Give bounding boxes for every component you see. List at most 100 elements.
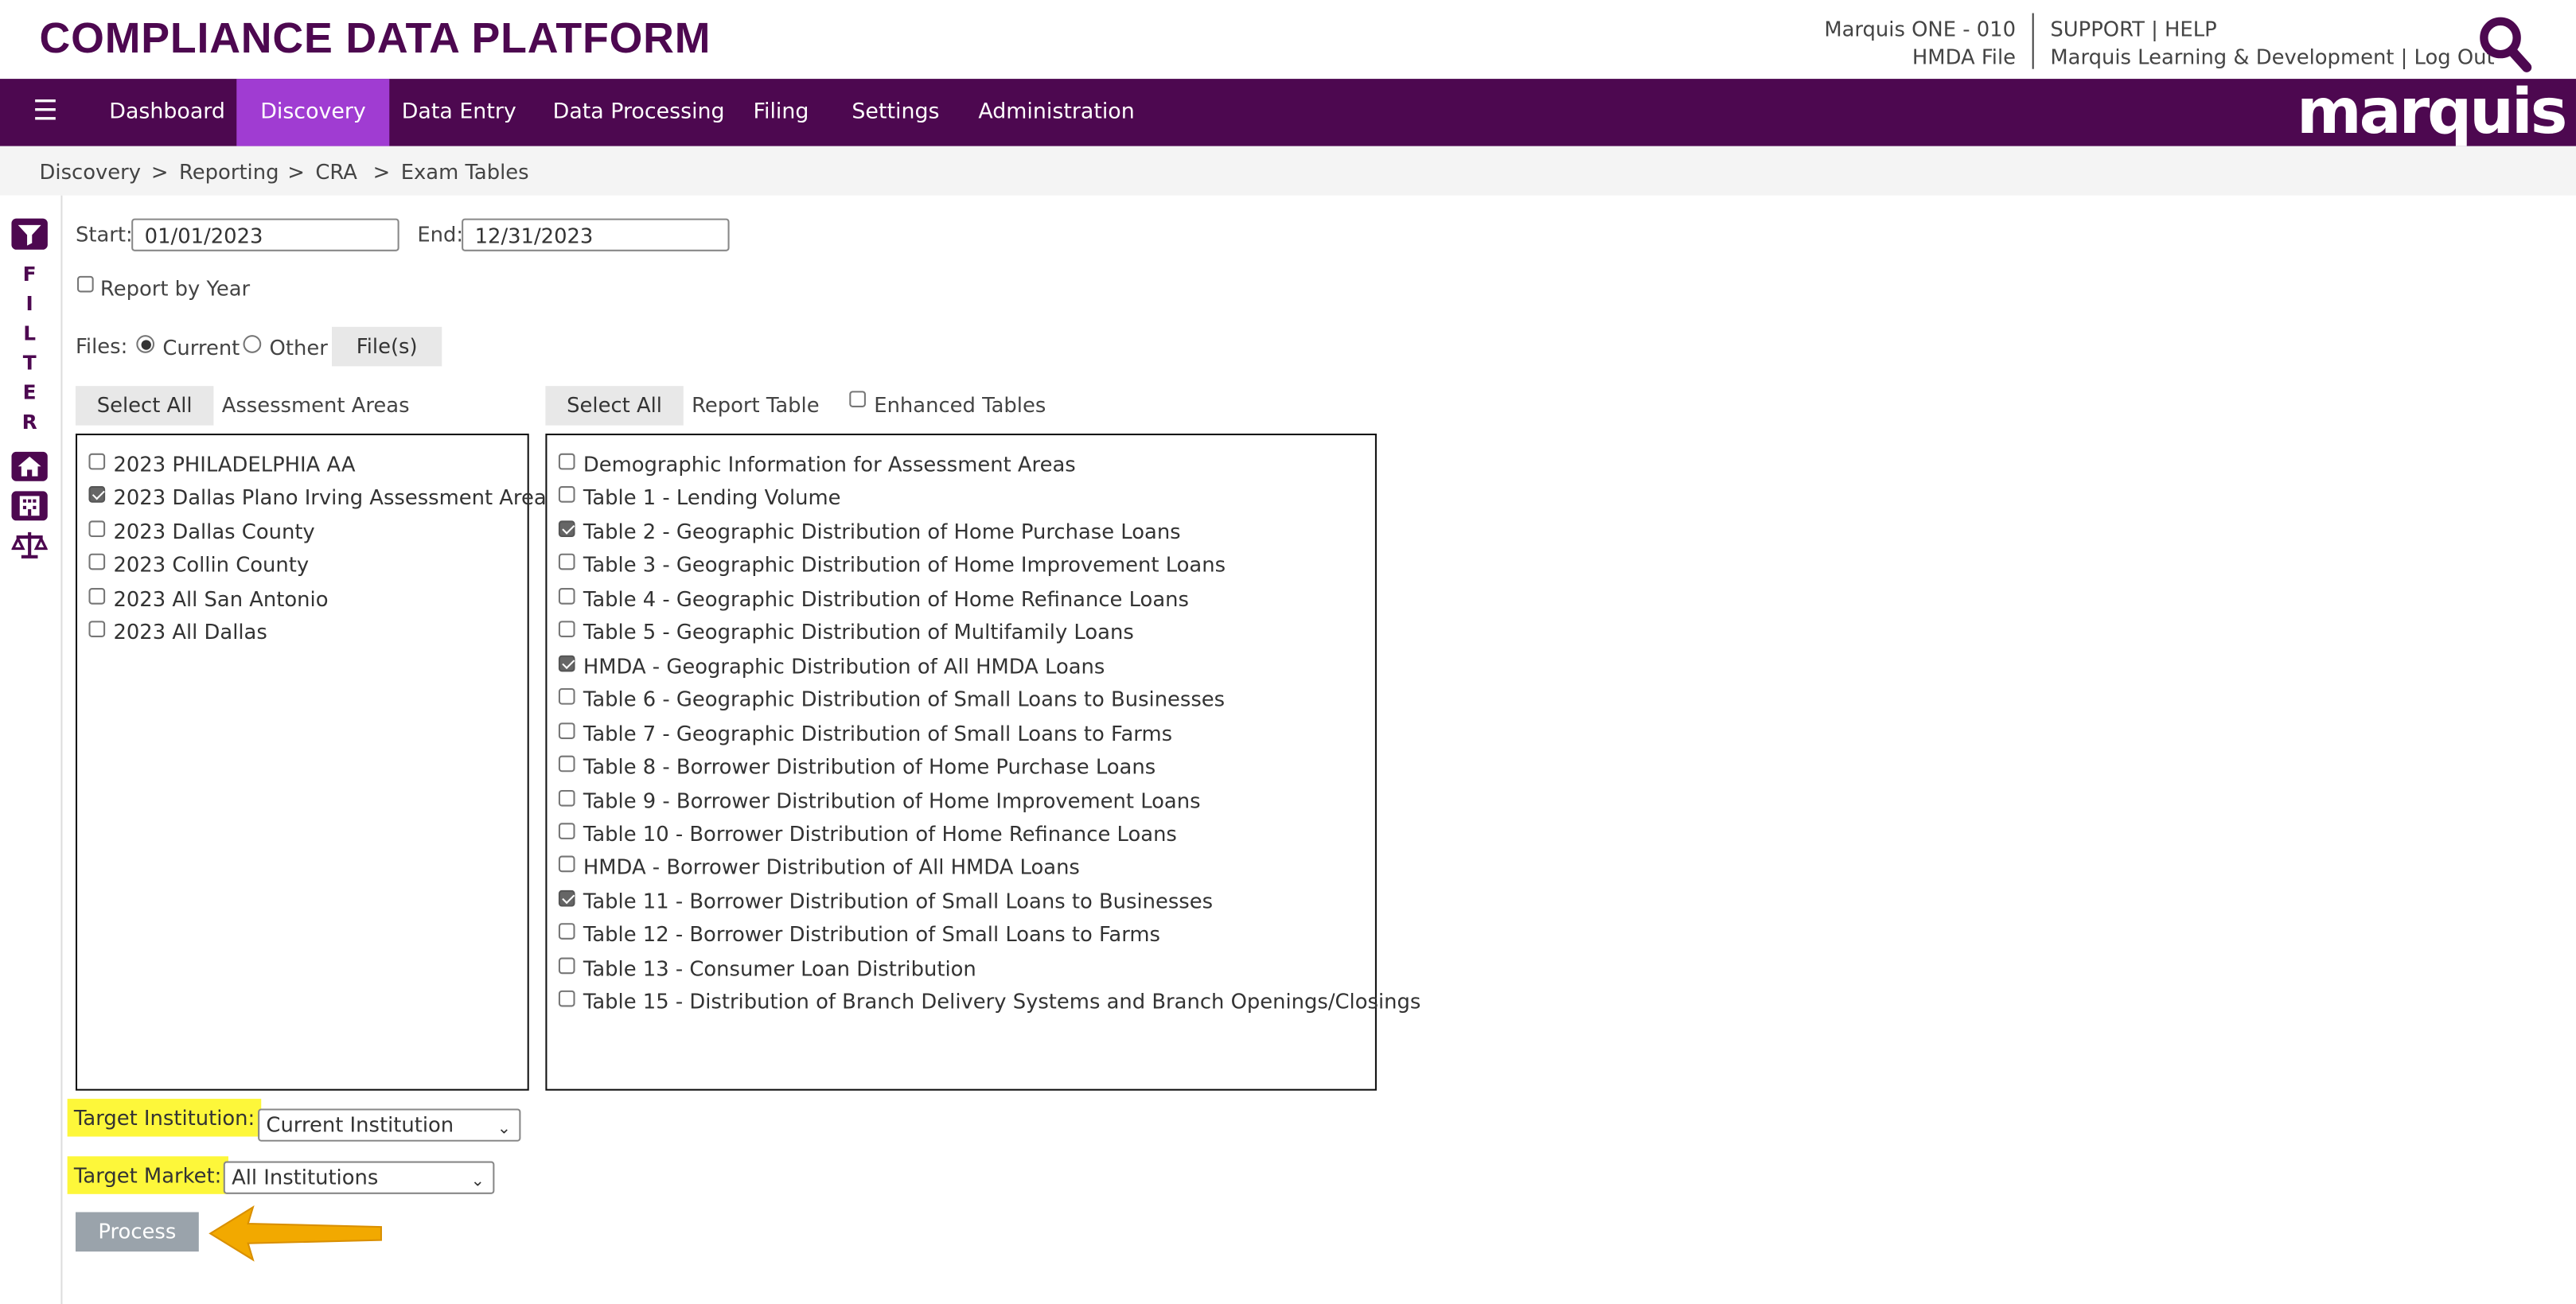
filter-label-letter: E bbox=[22, 380, 37, 404]
nav-filing[interactable]: Filing bbox=[730, 79, 833, 146]
target-institution-value: Current Institution bbox=[266, 1111, 454, 1137]
report-table-label: Table 9 - Borrower Distribution of Home … bbox=[583, 787, 1201, 812]
report-table-checkbox[interactable] bbox=[558, 788, 575, 806]
nav-administration[interactable]: Administration bbox=[954, 79, 1158, 146]
report-table-label: Table 8 - Borrower Distribution of Home … bbox=[583, 753, 1156, 779]
chevron-down-icon: ⌄ bbox=[497, 1119, 512, 1139]
start-date-input[interactable]: 01/01/2023 bbox=[131, 218, 399, 251]
report-by-year-checkbox[interactable] bbox=[77, 275, 94, 293]
report-table-checkbox[interactable] bbox=[558, 688, 575, 705]
breadcrumb-exam-tables: Exam Tables bbox=[400, 159, 529, 185]
nav-data-entry[interactable]: Data Entry bbox=[378, 79, 540, 146]
assessment-area-checkbox[interactable] bbox=[88, 554, 106, 571]
end-date-input[interactable]: 12/31/2023 bbox=[462, 218, 730, 251]
assessment-area-label: 2023 All Dallas bbox=[113, 619, 267, 644]
report-table-checkbox[interactable] bbox=[558, 554, 575, 571]
institution-name: Marquis ONE - 010 bbox=[1824, 16, 2017, 41]
report-table-checkbox[interactable] bbox=[558, 587, 575, 605]
report-table-checkbox[interactable] bbox=[558, 856, 575, 874]
report-table-label: Table 5 - Geographic Distribution of Mul… bbox=[583, 619, 1134, 644]
arrow-annotation-icon bbox=[204, 1201, 388, 1267]
report-table-label: Table 12 - Borrower Distribution of Smal… bbox=[583, 921, 1160, 947]
report-table-checkbox[interactable] bbox=[558, 621, 575, 638]
select-all-report-tables-button[interactable]: Select All bbox=[545, 386, 684, 426]
report-table-checkbox[interactable] bbox=[558, 453, 575, 470]
report-table-checkbox[interactable] bbox=[558, 722, 575, 739]
report-table-label: Table 6 - Geographic Distribution of Sma… bbox=[583, 687, 1226, 712]
chevron-down-icon: ⌄ bbox=[470, 1172, 485, 1191]
target-market-value: All Institutions bbox=[232, 1164, 379, 1189]
select-files-button[interactable]: File(s) bbox=[332, 326, 442, 367]
report-table-checkbox[interactable] bbox=[558, 755, 575, 773]
files-other-radio[interactable] bbox=[243, 335, 262, 353]
report-tables-list[interactable]: Demographic Information for Assessment A… bbox=[545, 434, 1421, 1091]
support-help-links[interactable]: SUPPORT | HELP bbox=[2050, 17, 2216, 41]
assessment-area-label: 2023 All San Antonio bbox=[113, 586, 329, 611]
process-button[interactable]: Process bbox=[75, 1212, 199, 1252]
assessment-area-label: 2023 Collin County bbox=[113, 552, 310, 578]
filter-label-letter: L bbox=[23, 321, 37, 345]
target-institution-select[interactable]: Current Institution ⌄ bbox=[258, 1108, 521, 1142]
search-icon[interactable] bbox=[2477, 15, 2533, 74]
assessment-area-label: 2023 Dallas County bbox=[113, 519, 315, 544]
report-table-checkbox[interactable] bbox=[558, 823, 575, 839]
target-institution-label: Target Institution: bbox=[67, 1099, 262, 1137]
filter-label-letter: T bbox=[22, 351, 37, 375]
nav-dashboard[interactable]: Dashboard bbox=[85, 79, 248, 146]
report-table-label: Table 7 - Geographic Distribution of Sma… bbox=[583, 720, 1173, 745]
nav-settings[interactable]: Settings bbox=[828, 79, 963, 146]
files-other-label: Other bbox=[269, 335, 328, 360]
breadcrumb-cra[interactable]: CRA bbox=[315, 159, 357, 184]
assessment-area-label: 2023 PHILADELPHIA AA bbox=[113, 451, 356, 477]
breadcrumb-discovery[interactable]: Discovery bbox=[40, 159, 142, 184]
files-current-radio[interactable] bbox=[136, 335, 155, 353]
app-title: COMPLIANCE DATA PLATFORM bbox=[39, 13, 711, 63]
scales-icon[interactable] bbox=[10, 531, 49, 560]
report-table-checkbox[interactable] bbox=[558, 991, 575, 1007]
main-navbar: ☰ Dashboard Discovery Data Entry Data Pr… bbox=[0, 79, 2576, 146]
report-table-checkbox[interactable] bbox=[558, 923, 575, 940]
assessment-area-checkbox[interactable] bbox=[88, 453, 106, 470]
report-table-label: Table 11 - Borrower Distribution of Smal… bbox=[583, 888, 1214, 913]
filter-label-letter: R bbox=[21, 411, 37, 434]
building-icon[interactable] bbox=[11, 491, 48, 521]
filter-label-letter: I bbox=[25, 292, 33, 316]
assessment-area-checkbox[interactable] bbox=[88, 520, 106, 537]
target-market-select[interactable]: All Institutions ⌄ bbox=[223, 1161, 495, 1194]
home-icon[interactable] bbox=[11, 451, 48, 481]
breadcrumb-separator: > bbox=[287, 159, 305, 185]
enhanced-tables-checkbox[interactable] bbox=[849, 391, 866, 407]
assessment-areas-list[interactable]: 2023 PHILADELPHIA AA 2023 Dallas Plano Ir… bbox=[75, 434, 547, 1091]
target-market-label: Target Market: bbox=[67, 1156, 228, 1194]
filter-icon[interactable] bbox=[11, 218, 48, 250]
nav-data-processing[interactable]: Data Processing bbox=[529, 79, 749, 146]
report-by-year-label: Report by Year bbox=[99, 275, 251, 301]
start-date-label: Start: bbox=[75, 221, 133, 247]
report-table-label: Demographic Information for Assessment A… bbox=[583, 451, 1076, 477]
filter-label-letter: F bbox=[22, 263, 37, 286]
report-table-checkbox[interactable] bbox=[558, 655, 575, 671]
assessment-area-checkbox[interactable] bbox=[88, 486, 106, 504]
user-links[interactable]: Marquis Learning & Development | Log Out bbox=[2050, 45, 2494, 69]
assessment-area-checkbox[interactable] bbox=[88, 621, 106, 638]
report-table-label: Table 3 - Geographic Distribution of Hom… bbox=[583, 552, 1226, 578]
hamburger-menu-icon[interactable]: ☰ bbox=[33, 79, 57, 146]
report-table-label: Table 1 - Lending Volume bbox=[583, 485, 841, 510]
breadcrumb-reporting[interactable]: Reporting bbox=[179, 159, 279, 184]
report-table-checkbox[interactable] bbox=[558, 889, 575, 907]
file-name: HMDA File bbox=[1912, 44, 2017, 69]
assessment-areas-label: Assessment Areas bbox=[221, 392, 410, 418]
report-table-checkbox[interactable] bbox=[558, 957, 575, 974]
nav-discovery[interactable]: Discovery bbox=[236, 79, 390, 146]
report-table-checkbox[interactable] bbox=[558, 486, 575, 504]
assessment-area-label: 2023 Dallas Plano Irving Assessment Area bbox=[113, 485, 547, 510]
assessment-area-checkbox[interactable] bbox=[88, 587, 106, 605]
report-table-label: Table 15 - Distribution of Branch Delive… bbox=[583, 989, 1421, 1014]
files-current-label: Current bbox=[162, 335, 240, 360]
report-table-label: Table 13 - Consumer Loan Distribution bbox=[583, 955, 976, 980]
report-table-label: Table 4 - Geographic Distribution of Hom… bbox=[583, 586, 1189, 611]
report-table-label: HMDA - Borrower Distribution of All HMDA… bbox=[583, 854, 1080, 880]
breadcrumb-separator: > bbox=[150, 159, 169, 185]
select-all-assessment-areas-button[interactable]: Select All bbox=[75, 386, 214, 426]
report-table-checkbox[interactable] bbox=[558, 520, 575, 537]
